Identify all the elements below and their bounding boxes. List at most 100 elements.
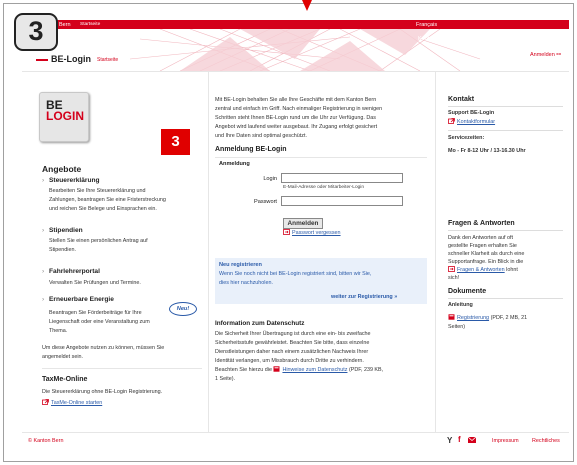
arrow-link-icon — [283, 229, 290, 235]
offer-energy-desc-3: Thema. — [49, 328, 68, 334]
breadcrumb-home[interactable]: Startseite — [97, 57, 118, 63]
privacy-link[interactable]: Hinweise zum Datenschutz — [282, 367, 347, 373]
offers-heading: Angebote — [42, 164, 82, 174]
offers-note-2: angemeldet sein. — [42, 354, 84, 360]
register-link[interactable]: weiter zur Registrierung » — [331, 293, 397, 302]
facebook-icon[interactable]: f — [458, 435, 461, 444]
faq-heading: Fragen & Antworten — [448, 220, 515, 227]
legal-link[interactable]: Rechtliches — [532, 438, 560, 444]
offers-note-1: Um diese Angebote nutzen zu können, müss… — [42, 345, 165, 351]
footer-brand: © Kanton Bern — [28, 438, 64, 444]
offer-tax-desc-1: Bearbeiten Sie Ihre Steuererklärung und — [49, 188, 146, 194]
login-input[interactable] — [281, 173, 403, 183]
register-desc-2: dies hier nachzuholen. — [219, 280, 273, 286]
registration-guide-link[interactable]: Registrierung — [457, 315, 489, 321]
support-label: Support BE-Login — [448, 110, 495, 116]
privacy-line-2: Sicherheitsstufe gewährleistet. Beachten… — [215, 340, 370, 346]
offer-driving-instructors[interactable]: Fahrlehrerportal — [49, 268, 100, 275]
main-content: BE LOGIN 3 Angebote › Steuererklärung Be… — [22, 72, 569, 432]
intro-line-3: Schritten steht Ihnen BE-Login rund um d… — [215, 115, 376, 121]
info-column: Kontakt Support BE-Login Kontaktformular… — [440, 72, 569, 432]
login-form-heading: Anmeldung — [219, 161, 250, 167]
intro-line-2: zentral und einfach im Griff. Nach einma… — [215, 106, 383, 112]
login-heading: Anmeldung BE-Login — [215, 146, 287, 153]
step-number-badge: 3 — [14, 13, 58, 51]
offer-scholarships-desc-2: Stipendien. — [49, 247, 76, 253]
taxme-desc: Die Steuererklärung ohne BE-Login Regist… — [42, 389, 163, 395]
register-box: Neu registrieren Wenn Sie noch nicht bei… — [215, 258, 427, 304]
offer-tax-return[interactable]: Steuererklärung — [49, 177, 100, 184]
language-link[interactable]: Français — [416, 22, 437, 28]
privacy-line-1: Die Sicherheit Ihrer Übertragung ist dur… — [215, 331, 371, 337]
faq-last: sich! — [448, 275, 460, 281]
privacy-file-info: (PDF, 239 KB, — [348, 367, 384, 373]
taxme-link-label: TaxMe-Online starten — [51, 400, 103, 406]
pdf-icon — [448, 314, 455, 320]
offers-divider — [42, 368, 202, 369]
service-hours: Mo - Fr 8-12 Uhr / 13-16.30 Uhr — [448, 148, 526, 154]
contact-form-link[interactable]: Kontaktformular — [448, 118, 495, 127]
login-icon: ⚯ — [556, 52, 561, 58]
privacy-file-pages: 1 Seite). — [215, 376, 236, 382]
register-desc-1: Wenn Sie noch nicht bei BE-Login registr… — [219, 271, 372, 277]
twitter-icon[interactable]: Y — [447, 436, 452, 445]
top-bar: Kanton Bern Startseite Français — [22, 20, 569, 29]
offer-scholarships[interactable]: Stipendien — [49, 227, 83, 234]
impressum-link[interactable]: Impressum — [492, 438, 519, 444]
intro-line-4: Angebot wird laufend weiter ausgebaut. I… — [215, 124, 378, 130]
forgot-password-link[interactable]: Passwort vergessen — [283, 229, 341, 238]
logo-line2: LOGIN — [46, 109, 84, 123]
footer: © Kanton Bern Y f Impressum Rechtliches — [22, 432, 569, 446]
offer-renewable-energy[interactable]: Erneuerbare Energie — [49, 296, 114, 303]
offer-tax-desc-3: und reichen Sie Belege und Einsprachen e… — [49, 206, 157, 212]
privacy-line-4: Identität verlangen, um Missbrauch durch… — [215, 358, 364, 364]
intro-line-5: und Ihre Daten sind optimal geschützt. — [215, 133, 307, 139]
login-hint: E-Mail-Adresse oder Mitarbeiter-Login — [283, 185, 365, 190]
intro-line-1: Mit BE-Login behalten Sie alle Ihre Gesc… — [215, 97, 377, 103]
offer-scholarships-desc-1: Stellen Sie einen persönlichen Antrag au… — [49, 238, 148, 244]
offer-energy-desc-2: Liegenschaft oder eine Veranstaltung zum — [49, 319, 150, 325]
faq-after: lohnt — [506, 267, 518, 273]
contact-form-label: Kontaktformular — [457, 119, 496, 125]
double-chevron-right-icon: » — [394, 294, 398, 300]
overlay-number-badge: 3 — [161, 129, 190, 155]
guide-link-line: Registrierung (PDF, 2 MB, 21 — [448, 314, 527, 323]
register-title: Neu registrieren — [219, 262, 262, 268]
login-label: Login — [263, 176, 277, 182]
page-title: BE-Login — [51, 54, 91, 64]
privacy-heading: Information zum Datenschutz — [215, 320, 305, 327]
chevron-right-icon: › — [42, 268, 45, 275]
home-link[interactable]: Startseite — [80, 22, 100, 27]
arrow-link-icon — [448, 266, 455, 272]
offer-energy-desc-1: Beantragen Sie Förderbeiträge für Ihre — [49, 310, 142, 316]
offer-driving-desc-1: Verwalten Sie Prüfungen und Termine. — [49, 280, 141, 286]
login-link-label: Anmelden — [530, 52, 555, 58]
arrow-indicator — [302, 0, 312, 11]
faq-link[interactable]: Fragen & Antworten — [457, 267, 505, 273]
guide-file-info: (PDF, 2 MB, 21 — [490, 315, 528, 321]
login-submit-button[interactable]: Anmelden — [283, 218, 323, 229]
privacy-line-3: Dienstleistungen daher nach einem zusätz… — [215, 349, 369, 355]
forgot-password-label: Passwort vergessen — [292, 230, 341, 236]
offers-column: BE LOGIN 3 Angebote › Steuererklärung Be… — [22, 72, 204, 432]
be-login-logo: BE LOGIN — [39, 92, 89, 142]
faq-divider — [448, 230, 563, 231]
password-input[interactable] — [281, 196, 403, 206]
register-link-label: weiter zur Registrierung — [331, 294, 393, 300]
password-label: Passwort — [253, 199, 277, 205]
login-link[interactable]: Anmelden ⚯ — [530, 52, 561, 58]
contact-link[interactable]: Kontakt — [418, 36, 437, 42]
chevron-right-icon: › — [42, 227, 45, 234]
hours-divider — [448, 130, 563, 131]
chevron-right-icon: › — [42, 177, 45, 184]
offer-tax-desc-2: Zahlungen, beantragen Sie eine Fristerst… — [49, 197, 166, 203]
privacy-line-5: Beachten Sie hierzu die Hinweise zum Dat… — [215, 366, 383, 375]
login-column: Mit BE-Login behalten Sie alle Ihre Gesc… — [208, 72, 436, 432]
taxme-heading: TaxMe-Online — [42, 376, 88, 383]
header-decoration — [129, 29, 481, 71]
email-icon[interactable] — [468, 437, 476, 443]
external-link-icon — [448, 118, 455, 124]
taxme-link[interactable]: TaxMe-Online starten — [42, 399, 102, 408]
contact-divider — [448, 106, 563, 107]
chevron-right-icon: › — [42, 296, 45, 303]
